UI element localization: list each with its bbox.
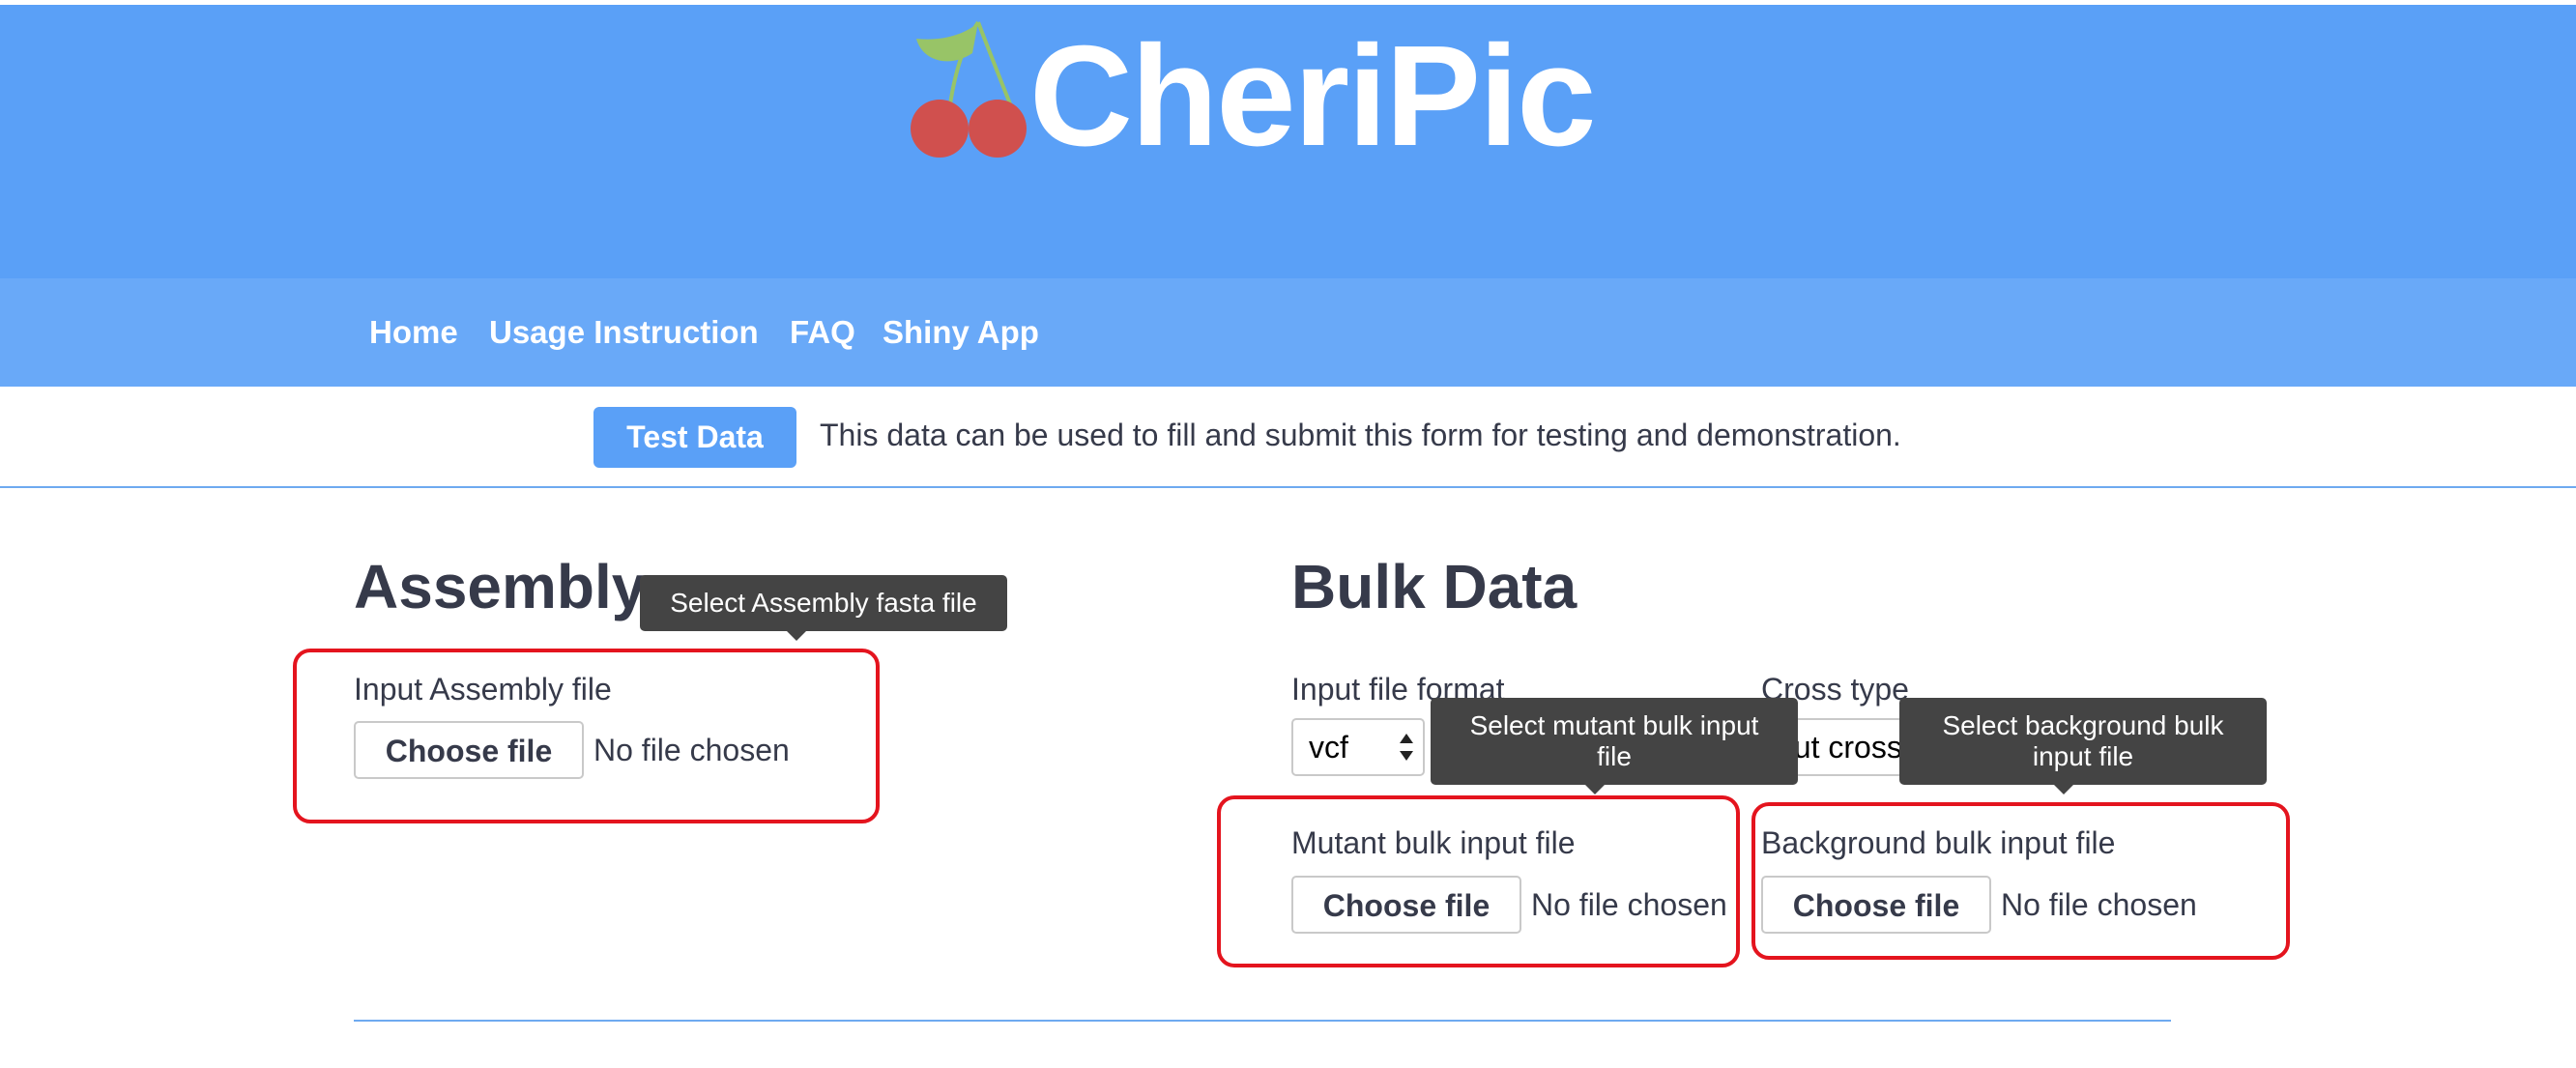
- navbar: Home Usage Instruction FAQ Shiny App: [0, 278, 2576, 387]
- nav-home[interactable]: Home: [369, 278, 458, 387]
- assembly-input-label: Input Assembly file: [354, 672, 612, 707]
- test-data-button[interactable]: Test Data: [593, 407, 796, 468]
- background-file-status: No file chosen: [2001, 887, 2197, 922]
- header-banner: CheriPic: [0, 5, 2576, 278]
- background-tooltip-line2: input file: [2032, 741, 2134, 771]
- input-file-format-value: vcf: [1309, 730, 1348, 765]
- logo[interactable]: CheriPic: [889, 14, 1634, 176]
- background-bulk-input-label: Background bulk input file: [1761, 825, 2116, 860]
- background-tooltip: Select background bulk input file: [1899, 698, 2267, 794]
- section-divider: [354, 1020, 2171, 1022]
- nav-shiny-app[interactable]: Shiny App: [883, 278, 1039, 387]
- mutant-choose-file-button[interactable]: Choose file: [1291, 876, 1521, 934]
- mutant-file-status: No file chosen: [1531, 887, 1727, 922]
- assembly-file-status: No file chosen: [593, 733, 790, 767]
- input-file-format-select[interactable]: vcf: [1291, 718, 1425, 776]
- mutant-tooltip-line1: Select mutant bulk input: [1469, 710, 1759, 740]
- assembly-heading: Assembly: [354, 552, 647, 621]
- nav-usage-instruction[interactable]: Usage Instruction: [489, 278, 759, 387]
- select-arrows-icon: [1400, 734, 1413, 761]
- assembly-tooltip: Select Assembly fasta file: [640, 575, 1007, 641]
- brand-title: CheriPic: [1029, 16, 1596, 176]
- mutant-bulk-input-label: Mutant bulk input file: [1291, 825, 1576, 860]
- divider: [0, 486, 2576, 488]
- test-data-description: This data can be used to fill and submit…: [820, 418, 1901, 452]
- assembly-choose-file-button[interactable]: Choose file: [354, 721, 584, 779]
- background-choose-file-button[interactable]: Choose file: [1761, 876, 1991, 934]
- bulk-data-heading: Bulk Data: [1291, 552, 1577, 621]
- mutant-tooltip: Select mutant bulk input file: [1431, 698, 1798, 794]
- background-tooltip-line1: Select background bulk: [1942, 710, 2224, 740]
- cherry-icon: [911, 20, 1027, 158]
- nav-faq[interactable]: FAQ: [790, 278, 855, 387]
- assembly-tooltip-text: Select Assembly fasta file: [670, 588, 977, 618]
- mutant-tooltip-line2: file: [1597, 741, 1632, 771]
